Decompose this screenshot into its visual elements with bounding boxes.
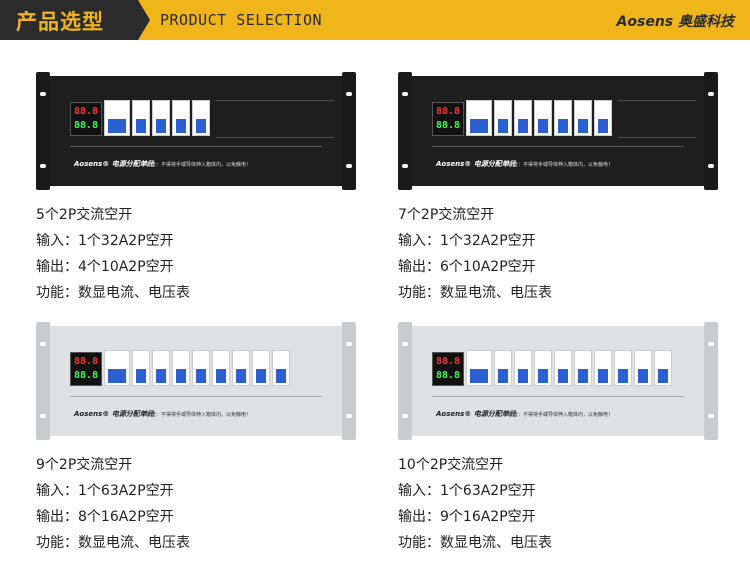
breaker	[252, 350, 270, 386]
rack-ear-left	[398, 322, 412, 440]
breaker	[104, 350, 130, 386]
product-specs: 9个2P交流空开 输入：1个63A2P空开 输出：8个16A2P空开 功能：数显…	[36, 452, 190, 556]
panel-label: Aosens® 电源分配单元	[436, 160, 516, 168]
breaker	[152, 100, 170, 136]
panel-label: Aosens® 电源分配单元	[74, 160, 154, 168]
breaker	[494, 350, 512, 386]
rack-ear-left	[398, 72, 412, 190]
breaker	[132, 100, 150, 136]
breaker	[534, 350, 552, 386]
product-output: 输出：4个10A2P空开	[36, 259, 174, 275]
product-function: 功能：数显电流、电压表	[398, 535, 552, 551]
breaker	[172, 350, 190, 386]
brand-logo: Aosens 奥盛科技	[616, 14, 734, 30]
digital-meter: 88.8 88.8	[70, 102, 102, 136]
header-bar: 产品选型 PRODUCT SELECTION Aosens 奥盛科技	[0, 0, 750, 40]
header-title: 产品选型	[16, 10, 104, 34]
breaker-row	[466, 100, 614, 136]
panel-warning: 警告：不得将手或导体伸入箱体内，以免触电！	[146, 162, 252, 168]
breaker	[192, 100, 210, 136]
breaker	[534, 100, 552, 136]
breaker	[232, 350, 250, 386]
product-card: 88.8 88.8 Aosens® 电源分配单元 警告：不得将手或导体伸入箱体内，…	[36, 322, 356, 552]
product-function: 功能：数显电流、电压表	[398, 285, 552, 301]
product-card: 88.8 88.8 Aosens® 电源分配单元 警告：不得将手或导体伸入箱体内，…	[398, 322, 718, 552]
header-subtitle: PRODUCT SELECTION	[160, 11, 323, 29]
rack-panel: 88.8 88.8 Aosens® 电源分配单元 警告：不得将手或导体伸入箱体内，…	[412, 326, 704, 436]
rack-ear-right	[342, 322, 356, 440]
product-input: 输入：1个63A2P空开	[398, 483, 536, 499]
product-card: 88.8 88.8 Aosens® 电源分配单元 警告：不得将手或导体伸入箱体内，…	[36, 72, 356, 302]
digital-meter: 88.8 88.8	[432, 102, 464, 136]
breaker	[574, 350, 592, 386]
digital-meter: 88.8 88.8	[432, 352, 464, 386]
breaker	[554, 350, 572, 386]
breaker-row	[104, 100, 212, 136]
breaker	[212, 350, 230, 386]
rack-device-image: 88.8 88.8 Aosens® 电源分配单元 警告：不得将手或导体伸入箱体内，…	[398, 322, 718, 440]
panel-divider	[70, 396, 322, 397]
breaker	[272, 350, 290, 386]
product-function: 功能：数显电流、电压表	[36, 285, 190, 301]
breaker	[574, 100, 592, 136]
breaker	[466, 100, 492, 136]
panel-label: Aosens® 电源分配单元	[436, 410, 516, 418]
product-output: 输出：6个10A2P空开	[398, 259, 536, 275]
breaker	[634, 350, 652, 386]
blank-slot-area	[216, 100, 334, 138]
product-title: 10个2P交流空开	[398, 457, 504, 473]
rack-device-image: 88.8 88.8 Aosens® 电源分配单元 警告：不得将手或导体伸入箱体内，…	[36, 72, 356, 190]
rack-ear-right	[342, 72, 356, 190]
product-input: 输入：1个63A2P空开	[36, 483, 174, 499]
product-title: 7个2P交流空开	[398, 207, 495, 223]
product-card: 88.8 88.8 Aosens® 电源分配单元 警告：不得将手或导体伸入箱体内，…	[398, 72, 718, 302]
breaker	[104, 100, 130, 136]
product-specs: 7个2P交流空开 输入：1个32A2P空开 输出：6个10A2P空开 功能：数显…	[398, 202, 552, 306]
breaker	[654, 350, 672, 386]
rack-panel: 88.8 88.8 Aosens® 电源分配单元 警告：不得将手或导体伸入箱体内，…	[50, 326, 342, 436]
panel-divider	[432, 146, 684, 147]
product-title: 5个2P交流空开	[36, 207, 133, 223]
breaker	[152, 350, 170, 386]
breaker-row	[466, 350, 674, 386]
breaker	[494, 100, 512, 136]
panel-warning: 警告：不得将手或导体伸入箱体内，以免触电！	[146, 412, 252, 418]
breaker	[192, 350, 210, 386]
product-output: 输出：8个16A2P空开	[36, 509, 174, 525]
rack-ear-left	[36, 72, 50, 190]
breaker	[594, 350, 612, 386]
panel-label: Aosens® 电源分配单元	[74, 410, 154, 418]
header-title-block: 产品选型	[0, 0, 150, 40]
rack-ear-right	[704, 322, 718, 440]
rack-panel: 88.8 88.8 Aosens® 电源分配单元 警告：不得将手或导体伸入箱体内，…	[50, 76, 342, 186]
breaker	[554, 100, 572, 136]
breaker	[594, 100, 612, 136]
rack-ear-right	[704, 72, 718, 190]
product-title: 9个2P交流空开	[36, 457, 133, 473]
product-specs: 10个2P交流空开 输入：1个63A2P空开 输出：9个16A2P空开 功能：数…	[398, 452, 552, 556]
blank-slot-area	[618, 100, 696, 138]
product-output: 输出：9个16A2P空开	[398, 509, 536, 525]
breaker	[514, 100, 532, 136]
product-input: 输入：1个32A2P空开	[398, 233, 536, 249]
product-input: 输入：1个32A2P空开	[36, 233, 174, 249]
panel-divider	[70, 146, 322, 147]
rack-device-image: 88.8 88.8 Aosens® 电源分配单元 警告：不得将手或导体伸入箱体内，…	[36, 322, 356, 440]
rack-device-image: 88.8 88.8 Aosens® 电源分配单元 警告：不得将手或导体伸入箱体内，…	[398, 72, 718, 190]
rack-ear-left	[36, 322, 50, 440]
breaker	[172, 100, 190, 136]
breaker	[466, 350, 492, 386]
panel-warning: 警告：不得将手或导体伸入箱体内，以免触电！	[508, 162, 614, 168]
breaker	[514, 350, 532, 386]
digital-meter: 88.8 88.8	[70, 352, 102, 386]
rack-panel: 88.8 88.8 Aosens® 电源分配单元 警告：不得将手或导体伸入箱体内，…	[412, 76, 704, 186]
breaker	[132, 350, 150, 386]
panel-warning: 警告：不得将手或导体伸入箱体内，以免触电！	[508, 412, 614, 418]
panel-divider	[432, 396, 684, 397]
breaker-row	[104, 350, 292, 386]
product-specs: 5个2P交流空开 输入：1个32A2P空开 输出：4个10A2P空开 功能：数显…	[36, 202, 190, 306]
breaker	[614, 350, 632, 386]
product-function: 功能：数显电流、电压表	[36, 535, 190, 551]
